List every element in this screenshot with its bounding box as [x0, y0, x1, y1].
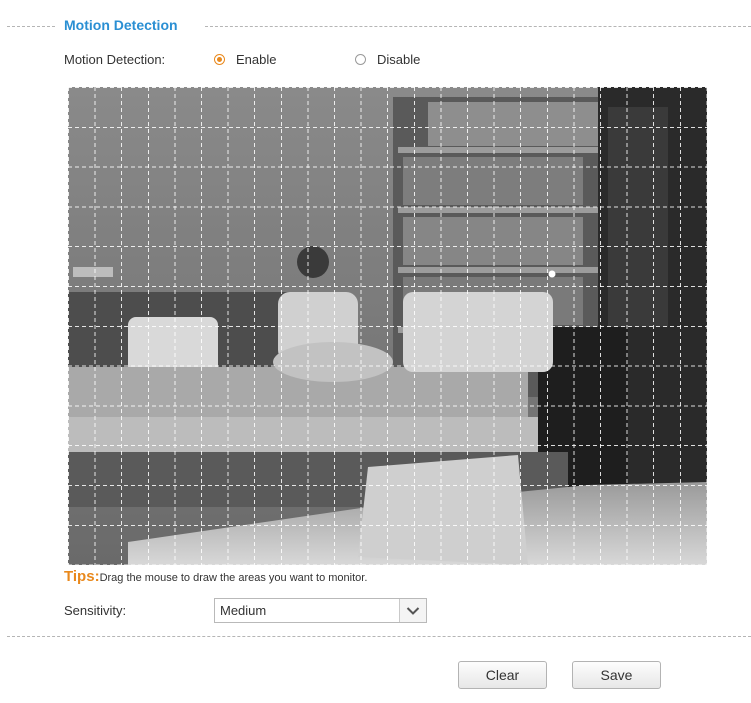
radio-disable[interactable]: Disable — [355, 52, 420, 67]
tips-label: Tips: — [64, 568, 100, 585]
sensitivity-select[interactable]: Medium — [214, 598, 427, 623]
radio-enable-icon[interactable] — [214, 54, 225, 65]
camera-view[interactable] — [68, 87, 707, 565]
grid-horizontal-lines — [68, 87, 707, 565]
sensitivity-value[interactable]: Medium — [220, 603, 266, 618]
radio-disable-icon[interactable] — [355, 54, 366, 65]
motion-detection-label: Motion Detection: — [64, 52, 166, 67]
bottom-divider — [7, 636, 751, 637]
header-divider-left — [7, 26, 55, 27]
save-button[interactable]: Save — [572, 661, 661, 689]
section-header: Motion Detection — [0, 16, 751, 36]
tips-text: Drag the mouse to draw the areas you wan… — [99, 572, 368, 584]
radio-enable-label[interactable]: Enable — [236, 52, 276, 67]
sensitivity-label: Sensitivity: — [64, 603, 127, 618]
clear-button[interactable]: Clear — [458, 661, 547, 689]
motion-detection-row: Motion Detection: Enable Disable — [0, 50, 751, 70]
header-divider-right — [205, 26, 751, 27]
chevron-down-icon[interactable] — [406, 606, 420, 616]
radio-disable-label[interactable]: Disable — [377, 52, 420, 67]
radio-enable[interactable]: Enable — [214, 52, 276, 67]
dropdown-button[interactable] — [399, 599, 426, 622]
section-title: Motion Detection — [64, 17, 178, 33]
tips: Tips:Drag the mouse to draw the areas yo… — [64, 568, 367, 586]
